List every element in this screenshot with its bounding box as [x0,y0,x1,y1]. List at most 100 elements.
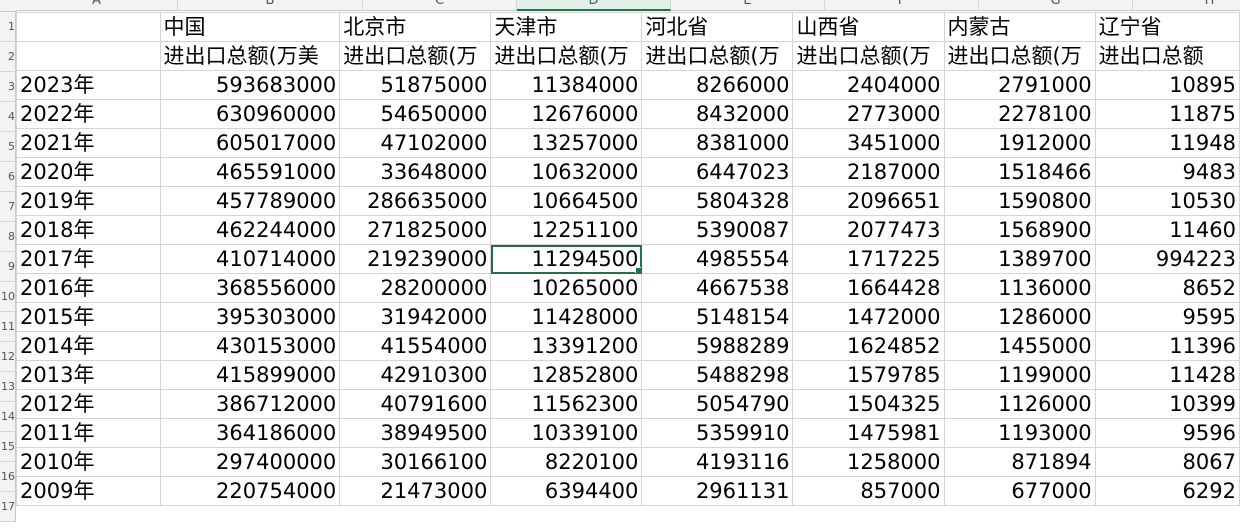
cell[interactable]: 中国 [159,12,341,42]
cell[interactable]: 12852800 [490,360,643,390]
row-label-cell[interactable]: 2019年 [16,186,161,216]
row-header-4[interactable]: 4 [0,102,16,132]
cell[interactable]: 1912000 [943,128,1096,158]
cell[interactable]: 42910300 [339,360,492,390]
cell[interactable]: 1472000 [792,302,945,332]
cell[interactable]: 10399 [1094,389,1240,419]
cell[interactable]: 410714000 [159,244,341,274]
cell[interactable]: 1193000 [943,418,1096,448]
row-header-9[interactable]: 9 [0,252,16,282]
cell[interactable]: 41554000 [339,331,492,361]
row-label-cell[interactable]: 2015年 [16,302,161,332]
cell[interactable]: 10895 [1094,70,1240,100]
cell[interactable]: 13257000 [490,128,643,158]
cell[interactable]: 内蒙古 [943,12,1096,42]
cell[interactable]: 11428 [1094,360,1240,390]
selected-cell[interactable]: 11294500 [490,244,643,274]
cell[interactable]: 2096651 [792,186,945,216]
cell[interactable]: 415899000 [159,360,341,390]
cell[interactable]: 13391200 [490,331,643,361]
cell[interactable]: 进出口总额(万 [641,41,794,71]
cell[interactable]: 10339100 [490,418,643,448]
cell[interactable]: 364186000 [159,418,341,448]
cell[interactable]: 605017000 [159,128,341,158]
cell[interactable]: 47102000 [339,128,492,158]
cell[interactable]: 天津市 [490,12,643,42]
cell[interactable]: 12251100 [490,215,643,245]
cell[interactable]: 山西省 [792,12,945,42]
cell[interactable]: 9595 [1094,302,1240,332]
cell[interactable]: 31942000 [339,302,492,332]
cell[interactable]: 462244000 [159,215,341,245]
cell[interactable]: 386712000 [159,389,341,419]
cell[interactable]: 6447023 [641,157,794,187]
cell[interactable]: 8266000 [641,70,794,100]
column-header-h[interactable]: H [1133,0,1240,11]
cell[interactable]: 1664428 [792,273,945,303]
cell[interactable]: 10632000 [490,157,643,187]
row-label-cell[interactable]: 2010年 [16,447,161,477]
cell[interactable]: 630960000 [159,99,341,129]
cell[interactable]: 1579785 [792,360,945,390]
cell[interactable]: 1199000 [943,360,1096,390]
row-label-cell[interactable]: 2023年 [16,70,161,100]
column-header-a[interactable]: A [16,0,178,11]
cell[interactable]: 进出口总额 [1094,41,1240,71]
cell[interactable]: 1258000 [792,447,945,477]
cell[interactable]: 5804328 [641,186,794,216]
cell[interactable]: 进出口总额(万 [490,41,643,71]
cell[interactable]: 1624852 [792,331,945,361]
cell[interactable]: 430153000 [159,331,341,361]
cell[interactable]: 2077473 [792,215,945,245]
cell[interactable]: 11428000 [490,302,643,332]
cell[interactable]: 1455000 [943,331,1096,361]
cell[interactable]: 9596 [1094,418,1240,448]
column-header-e[interactable]: E [671,0,825,11]
row-header-10[interactable]: 10 [0,282,16,312]
row-label-cell[interactable] [16,12,161,42]
cell[interactable]: 12676000 [490,99,643,129]
cell[interactable]: 2187000 [792,157,945,187]
row-label-cell[interactable]: 2013年 [16,360,161,390]
cell[interactable]: 1504325 [792,389,945,419]
cell[interactable]: 1475981 [792,418,945,448]
cell[interactable]: 38949500 [339,418,492,448]
cell[interactable]: 395303000 [159,302,341,332]
cell[interactable]: 1126000 [943,389,1096,419]
row-header-14[interactable]: 14 [0,402,16,432]
row-header-17[interactable]: 17 [0,492,16,522]
row-header-7[interactable]: 7 [0,192,16,222]
cell[interactable]: 11396 [1094,331,1240,361]
row-label-cell[interactable]: 2011年 [16,418,161,448]
cell[interactable]: 40791600 [339,389,492,419]
row-header-8[interactable]: 8 [0,222,16,252]
cell[interactable]: 进出口总额(万美 [159,41,341,71]
cell[interactable]: 1286000 [943,302,1096,332]
cell[interactable]: 3451000 [792,128,945,158]
cell[interactable]: 9483 [1094,157,1240,187]
cell[interactable]: 2278100 [943,99,1096,129]
row-header-5[interactable]: 5 [0,132,16,162]
cell[interactable]: 1136000 [943,273,1096,303]
row-header-13[interactable]: 13 [0,372,16,402]
cell[interactable]: 297400000 [159,447,341,477]
cell[interactable]: 871894 [943,447,1096,477]
cell[interactable]: 2961131 [641,476,794,506]
cell[interactable]: 5359910 [641,418,794,448]
row-label-cell[interactable] [16,41,161,71]
cell[interactable]: 10664500 [490,186,643,216]
cell[interactable]: 进出口总额(万 [943,41,1096,71]
cell[interactable]: 8652 [1094,273,1240,303]
row-label-cell[interactable]: 2009年 [16,476,161,506]
row-label-cell[interactable]: 2020年 [16,157,161,187]
cell[interactable]: 51875000 [339,70,492,100]
cell[interactable]: 10265000 [490,273,643,303]
cell[interactable]: 4667538 [641,273,794,303]
cell[interactable]: 辽宁省 [1094,12,1240,42]
cell[interactable]: 286635000 [339,186,492,216]
row-header-15[interactable]: 15 [0,432,16,462]
cell[interactable]: 6292 [1094,476,1240,506]
row-header-12[interactable]: 12 [0,342,16,372]
row-header-16[interactable]: 16 [0,462,16,492]
cell[interactable]: 8067 [1094,447,1240,477]
